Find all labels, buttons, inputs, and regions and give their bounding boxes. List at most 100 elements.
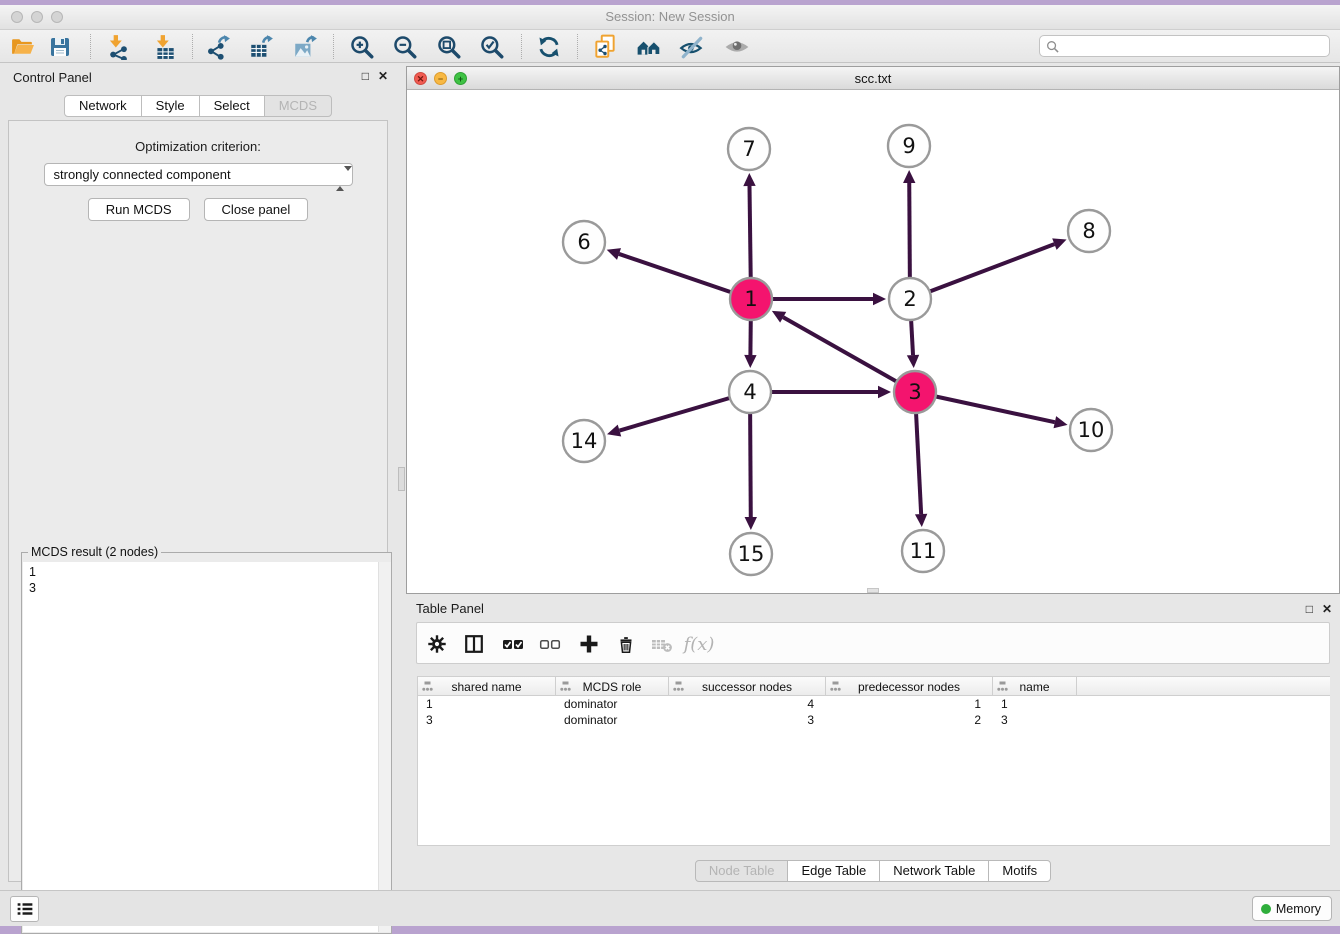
save-session-icon[interactable] [46, 33, 74, 60]
node-label-11: 11 [910, 539, 937, 563]
edge-arrowhead [915, 514, 927, 527]
tab-mcds[interactable]: MCDS [264, 95, 332, 117]
edge-2-3[interactable] [911, 318, 913, 355]
table-cell[interactable]: dominator [556, 712, 669, 728]
column-header-MCDS-role[interactable]: MCDS role [556, 677, 669, 696]
result-line: 1 [29, 564, 384, 580]
edge-arrowhead [744, 355, 756, 368]
table-cell[interactable]: 1 [418, 696, 556, 712]
first-neighbors-icon[interactable] [635, 33, 663, 60]
show-all-icon[interactable] [723, 33, 751, 60]
float-panel-icon[interactable]: □ [362, 69, 369, 83]
node-label-3: 3 [908, 380, 921, 404]
panel-list-button[interactable] [10, 896, 39, 922]
hide-selected-icon[interactable] [678, 33, 706, 60]
add-row-icon[interactable] [575, 631, 603, 657]
deselect-all-icon[interactable] [536, 631, 564, 657]
memory-button[interactable]: Memory [1252, 896, 1332, 921]
show-columns-icon[interactable] [460, 631, 488, 657]
table-settings-icon[interactable] [423, 631, 451, 657]
run-mcds-button[interactable]: Run MCDS [88, 198, 190, 221]
memory-status-icon [1261, 904, 1271, 914]
edge-2-8[interactable] [928, 244, 1055, 292]
column-header-shared-name[interactable]: shared name [418, 677, 556, 696]
edge-arrowhead [607, 248, 621, 260]
optimization-criterion-label: Optimization criterion: [9, 139, 387, 154]
clone-network-icon[interactable] [591, 33, 619, 60]
edge-2-9[interactable] [909, 183, 910, 280]
table-cell[interactable]: 3 [993, 712, 1077, 728]
node-label-10: 10 [1078, 418, 1105, 442]
zoom-out-icon[interactable] [391, 33, 419, 60]
export-image-icon[interactable] [291, 33, 319, 60]
edge-arrowhead [607, 425, 621, 437]
table-panel-title: Table Panel [416, 601, 484, 616]
tab-edge-table[interactable]: Edge Table [787, 860, 880, 882]
edge-3-1[interactable] [783, 317, 898, 382]
network-window-titlebar[interactable]: ✕ − + scc.txt [407, 67, 1339, 90]
table-row[interactable]: 1dominator411 [418, 696, 1330, 712]
table-cell[interactable]: 4 [669, 696, 826, 712]
tab-style[interactable]: Style [141, 95, 200, 117]
function-builder-icon[interactable]: f(x) [685, 631, 713, 657]
table-row[interactable]: 3dominator323 [418, 712, 1330, 728]
edge-3-11[interactable] [916, 411, 921, 514]
table-cell[interactable]: 1 [826, 696, 993, 712]
delete-row-icon[interactable] [612, 631, 640, 657]
search-icon [1046, 40, 1059, 53]
export-network-icon[interactable] [204, 33, 232, 60]
edge-4-15[interactable] [750, 411, 751, 517]
result-scrollbar[interactable] [378, 562, 391, 932]
column-header-name[interactable]: name [993, 677, 1077, 696]
edge-3-10[interactable] [934, 396, 1055, 422]
tab-network-table[interactable]: Network Table [879, 860, 989, 882]
edge-arrowhead [873, 293, 886, 305]
table-cell[interactable]: 3 [669, 712, 826, 728]
float-table-panel-icon[interactable]: □ [1306, 602, 1313, 616]
criterion-select[interactable]: strongly connected component [44, 163, 353, 186]
node-table[interactable]: shared nameMCDS rolesuccessor nodesprede… [417, 676, 1330, 846]
status-bar: Memory [0, 890, 1340, 926]
refresh-icon[interactable] [535, 33, 563, 60]
window-title: Session: New Session [0, 9, 1340, 24]
zoom-in-icon[interactable] [348, 33, 376, 60]
tab-motifs[interactable]: Motifs [988, 860, 1051, 882]
column-header-successor-nodes[interactable]: successor nodes [669, 677, 826, 696]
edge-arrowhead [878, 386, 891, 398]
frame-resize-handle[interactable] [867, 588, 879, 593]
panel-splitter-handle[interactable] [398, 467, 405, 491]
column-type-icon [673, 681, 684, 692]
select-all-icon[interactable] [499, 631, 527, 657]
search-input[interactable] [1063, 37, 1329, 55]
table-cell[interactable]: 3 [418, 712, 556, 728]
import-table-icon[interactable] [151, 33, 179, 60]
zoom-fit-icon[interactable] [435, 33, 463, 60]
column-type-icon [830, 681, 841, 692]
table-cell[interactable]: 2 [826, 712, 993, 728]
search-field[interactable] [1039, 35, 1330, 57]
edge-4-14[interactable] [619, 397, 731, 430]
table-cell[interactable]: 1 [993, 696, 1077, 712]
control-panel-tabs: NetworkStyleSelectMCDS [0, 95, 396, 117]
edge-1-6[interactable] [619, 254, 733, 293]
tab-select[interactable]: Select [199, 95, 265, 117]
close-panel-icon[interactable]: ✕ [378, 69, 388, 83]
edge-1-7[interactable] [749, 186, 750, 280]
zoom-selected-icon[interactable] [478, 33, 506, 60]
criterion-selected-value: strongly connected component [54, 167, 231, 182]
mcds-result-text[interactable]: 13 [23, 562, 390, 932]
tab-network[interactable]: Network [64, 95, 142, 117]
network-canvas[interactable]: 7968124314101511 [407, 90, 1339, 593]
close-table-panel-icon[interactable]: ✕ [1322, 602, 1332, 616]
close-panel-button[interactable]: Close panel [204, 198, 309, 221]
tab-node-table[interactable]: Node Table [695, 860, 789, 882]
node-label-7: 7 [742, 137, 755, 161]
delete-table-icon[interactable] [648, 631, 676, 657]
import-network-icon[interactable] [104, 33, 132, 60]
open-session-icon[interactable] [8, 33, 36, 60]
column-header-predecessor-nodes[interactable]: predecessor nodes [826, 677, 993, 696]
export-table-icon[interactable] [247, 33, 275, 60]
table-cell[interactable]: dominator [556, 696, 669, 712]
node-label-2: 2 [903, 287, 916, 311]
node-label-15: 15 [738, 542, 765, 566]
